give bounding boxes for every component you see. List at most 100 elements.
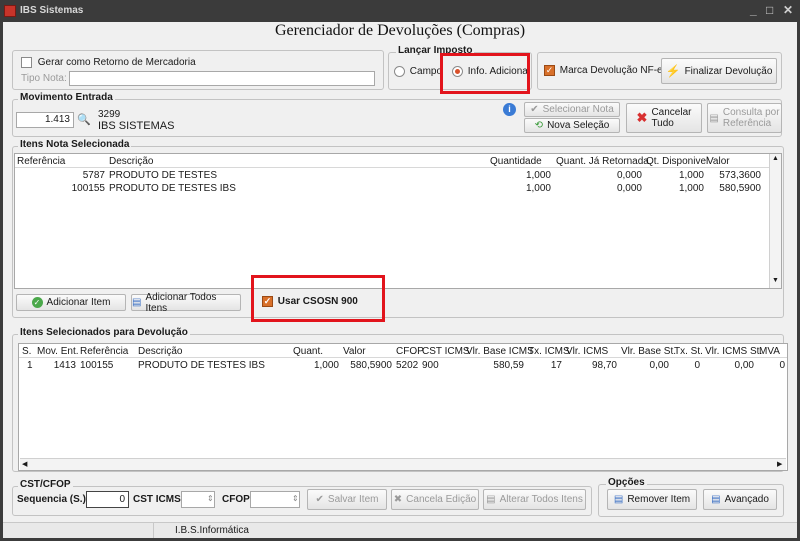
cst-icms-label: CST ICMS — [133, 494, 181, 505]
marca-devolucao-label: Marca Devolução NF-e — [559, 65, 663, 77]
row-qt-disponivel: 1,000 — [678, 183, 704, 194]
remover-item-button[interactable]: ▤ Remover Item — [607, 489, 697, 510]
window-titlebar: IBS Sistemas _ □ ✕ — [0, 0, 800, 22]
remover-item-label: Remover Item — [627, 494, 691, 505]
highlight-usar-csosn — [251, 275, 385, 322]
row-referencia: 100155 — [80, 360, 114, 371]
itens-nota-title: Itens Nota Selecionada — [18, 139, 132, 150]
col-mva: MVA — [759, 346, 780, 357]
marca-devolucao-checkbox[interactable]: ✓ — [544, 65, 555, 76]
col-quant: Quant. — [293, 346, 324, 357]
col-valor: Valor — [343, 346, 366, 357]
row-s: 1 — [27, 360, 33, 371]
app-icon — [4, 5, 16, 17]
avancado-button[interactable]: ▤ Avançado — [703, 489, 777, 510]
finalizar-devolucao-button[interactable]: ⚡ Finalizar Devolução — [661, 58, 777, 84]
salvar-item-label: Salvar Item — [327, 494, 379, 505]
col-descricao: Descrição — [109, 156, 154, 167]
x-icon: ✖ — [636, 110, 648, 125]
adicionar-item-label: Adicionar Item — [46, 297, 111, 308]
row-cfop: 5202 — [396, 360, 419, 371]
adicionar-todos-button[interactable]: ▤ Adicionar Todos Itens — [131, 291, 241, 314]
avancado-label: Avançado — [724, 494, 769, 505]
info-icon[interactable]: i — [503, 103, 516, 116]
scroll-left-icon[interactable]: ◀ — [22, 460, 27, 468]
opcoes-title: Opções — [606, 477, 647, 488]
minimize-button[interactable]: _ — [750, 3, 757, 17]
retorno-label: Gerar como Retorno de Mercadoria — [37, 57, 196, 69]
scroll-right-icon[interactable]: ▶ — [777, 460, 782, 468]
row-valor: 580,5900 — [719, 183, 761, 194]
status-text: I.B.S.Informática — [175, 525, 249, 536]
itens-selecionados-header: S. Mov. Ent. Referência Descrição Quant.… — [19, 344, 787, 358]
consulta-referencia-text: Consulta por Referência — [723, 107, 780, 129]
table-row[interactable]: 5787 PRODUTO DE TESTES 1,000 0,000 1,000… — [15, 169, 769, 182]
cancelar-tudo-text: Cancelar Tudo — [651, 107, 691, 129]
itens-selecionados-title: Itens Selecionados para Devolução — [18, 327, 190, 338]
cancela-edicao-button: ✖ Cancela Edição — [391, 489, 479, 510]
row-mov-ent: 1413 — [53, 360, 76, 371]
lightning-icon: ⚡ — [665, 64, 681, 78]
scroll-up-icon[interactable]: ▲ — [772, 155, 779, 162]
marca-devolucao-row[interactable]: ✓ Marca Devolução NF-e — [544, 65, 663, 76]
row-cst-icms: 900 — [422, 360, 439, 371]
close-button[interactable]: ✕ — [783, 3, 793, 17]
cancelar-tudo-line1: Cancelar — [651, 107, 692, 118]
check-icon: ✔ — [315, 494, 324, 505]
finalizar-label: Finalizar Devolução — [684, 65, 773, 77]
row-tx-st: 0 — [694, 360, 700, 371]
row-descricao: PRODUTO DE TESTES IBS — [138, 360, 265, 371]
col-descricao: Descrição — [138, 346, 183, 357]
row-referencia: 5787 — [82, 170, 105, 181]
window-title: IBS Sistemas — [20, 5, 84, 16]
movimento-number-input[interactable]: 1.413 — [16, 112, 74, 128]
itens-nota-grid[interactable]: Referência Descrição Quantidade Quant. J… — [14, 153, 782, 289]
table-row[interactable]: 1 1413 100155 PRODUTO DE TESTES IBS 1,00… — [19, 359, 787, 372]
itens-selecionados-hscrollbar[interactable]: ◀ ▶ — [20, 458, 786, 470]
adicionar-todos-label: Adicionar Todos Itens — [145, 291, 217, 314]
search-icon[interactable]: 🔍 — [77, 113, 91, 126]
selecionar-nota-button: ✔ Selecionar Nota — [524, 102, 620, 117]
selecionar-nota-label: Selecionar Nota — [542, 104, 614, 115]
consulta-referencia-line2: Referência — [722, 118, 772, 129]
retorno-checkbox[interactable] — [21, 57, 32, 68]
list-icon: ▤ — [132, 297, 142, 308]
cancela-edicao-label: Cancela Edição — [406, 494, 477, 505]
scroll-down-icon[interactable]: ▼ — [772, 277, 779, 284]
table-row[interactable]: 100155 PRODUTO DE TESTES IBS 1,000 0,000… — [15, 182, 769, 195]
tipo-nota-input[interactable] — [69, 71, 375, 86]
tipo-nota-label: Tipo Nota: — [21, 73, 67, 84]
row-mva: 0 — [779, 360, 785, 371]
col-cfop: CFOP — [396, 346, 424, 357]
radio-campo[interactable]: Campo — [394, 66, 442, 77]
maximize-button[interactable]: □ — [766, 3, 773, 17]
nova-selecao-label: Nova Seleção — [547, 120, 610, 131]
radio-campo-circle[interactable] — [394, 66, 405, 77]
cfop-spinner-icon[interactable]: ⇕ — [292, 494, 299, 503]
row-vlr-icms-st: 0,00 — [734, 360, 754, 371]
sequencia-label: Sequencia (S.) — [17, 494, 86, 505]
itens-nota-scrollbar[interactable]: ▲ ▼ — [769, 154, 781, 288]
cancelar-tudo-button[interactable]: ✖ Cancelar Tudo — [626, 103, 702, 133]
row-qt-disponivel: 1,000 — [678, 170, 704, 181]
document-icon: ▤ — [709, 112, 719, 124]
row-quantidade: 1,000 — [525, 170, 551, 181]
cst-icms-spinner-icon[interactable]: ⇕ — [207, 494, 214, 503]
row-descricao: PRODUTO DE TESTES — [109, 170, 217, 181]
row-quant-retornada: 0,000 — [616, 183, 642, 194]
col-vlr-base-icms: Vlr. Base ICMS — [466, 346, 534, 357]
check-icon: ✔ — [530, 104, 539, 115]
row-quantidade: 1,000 — [525, 183, 551, 194]
movimento-title: Movimento Entrada — [18, 92, 115, 103]
col-referencia: Referência — [80, 346, 129, 357]
row-vlr-base-icms: 580,59 — [493, 360, 524, 371]
adicionar-item-button[interactable]: ✓ Adicionar Item — [16, 294, 126, 311]
row-vlr-base-st: 0,00 — [649, 360, 669, 371]
nova-selecao-button[interactable]: ⟲ Nova Seleção — [524, 118, 620, 133]
refresh-icon: ⟲ — [534, 120, 544, 131]
cfop-label: CFOP — [222, 494, 250, 505]
retorno-checkbox-row[interactable]: Gerar como Retorno de Mercadoria — [21, 57, 196, 68]
sequencia-input[interactable]: 0 — [86, 491, 129, 508]
list-icon: ▤ — [486, 494, 496, 505]
itens-selecionados-grid[interactable]: S. Mov. Ent. Referência Descrição Quant.… — [18, 343, 788, 471]
